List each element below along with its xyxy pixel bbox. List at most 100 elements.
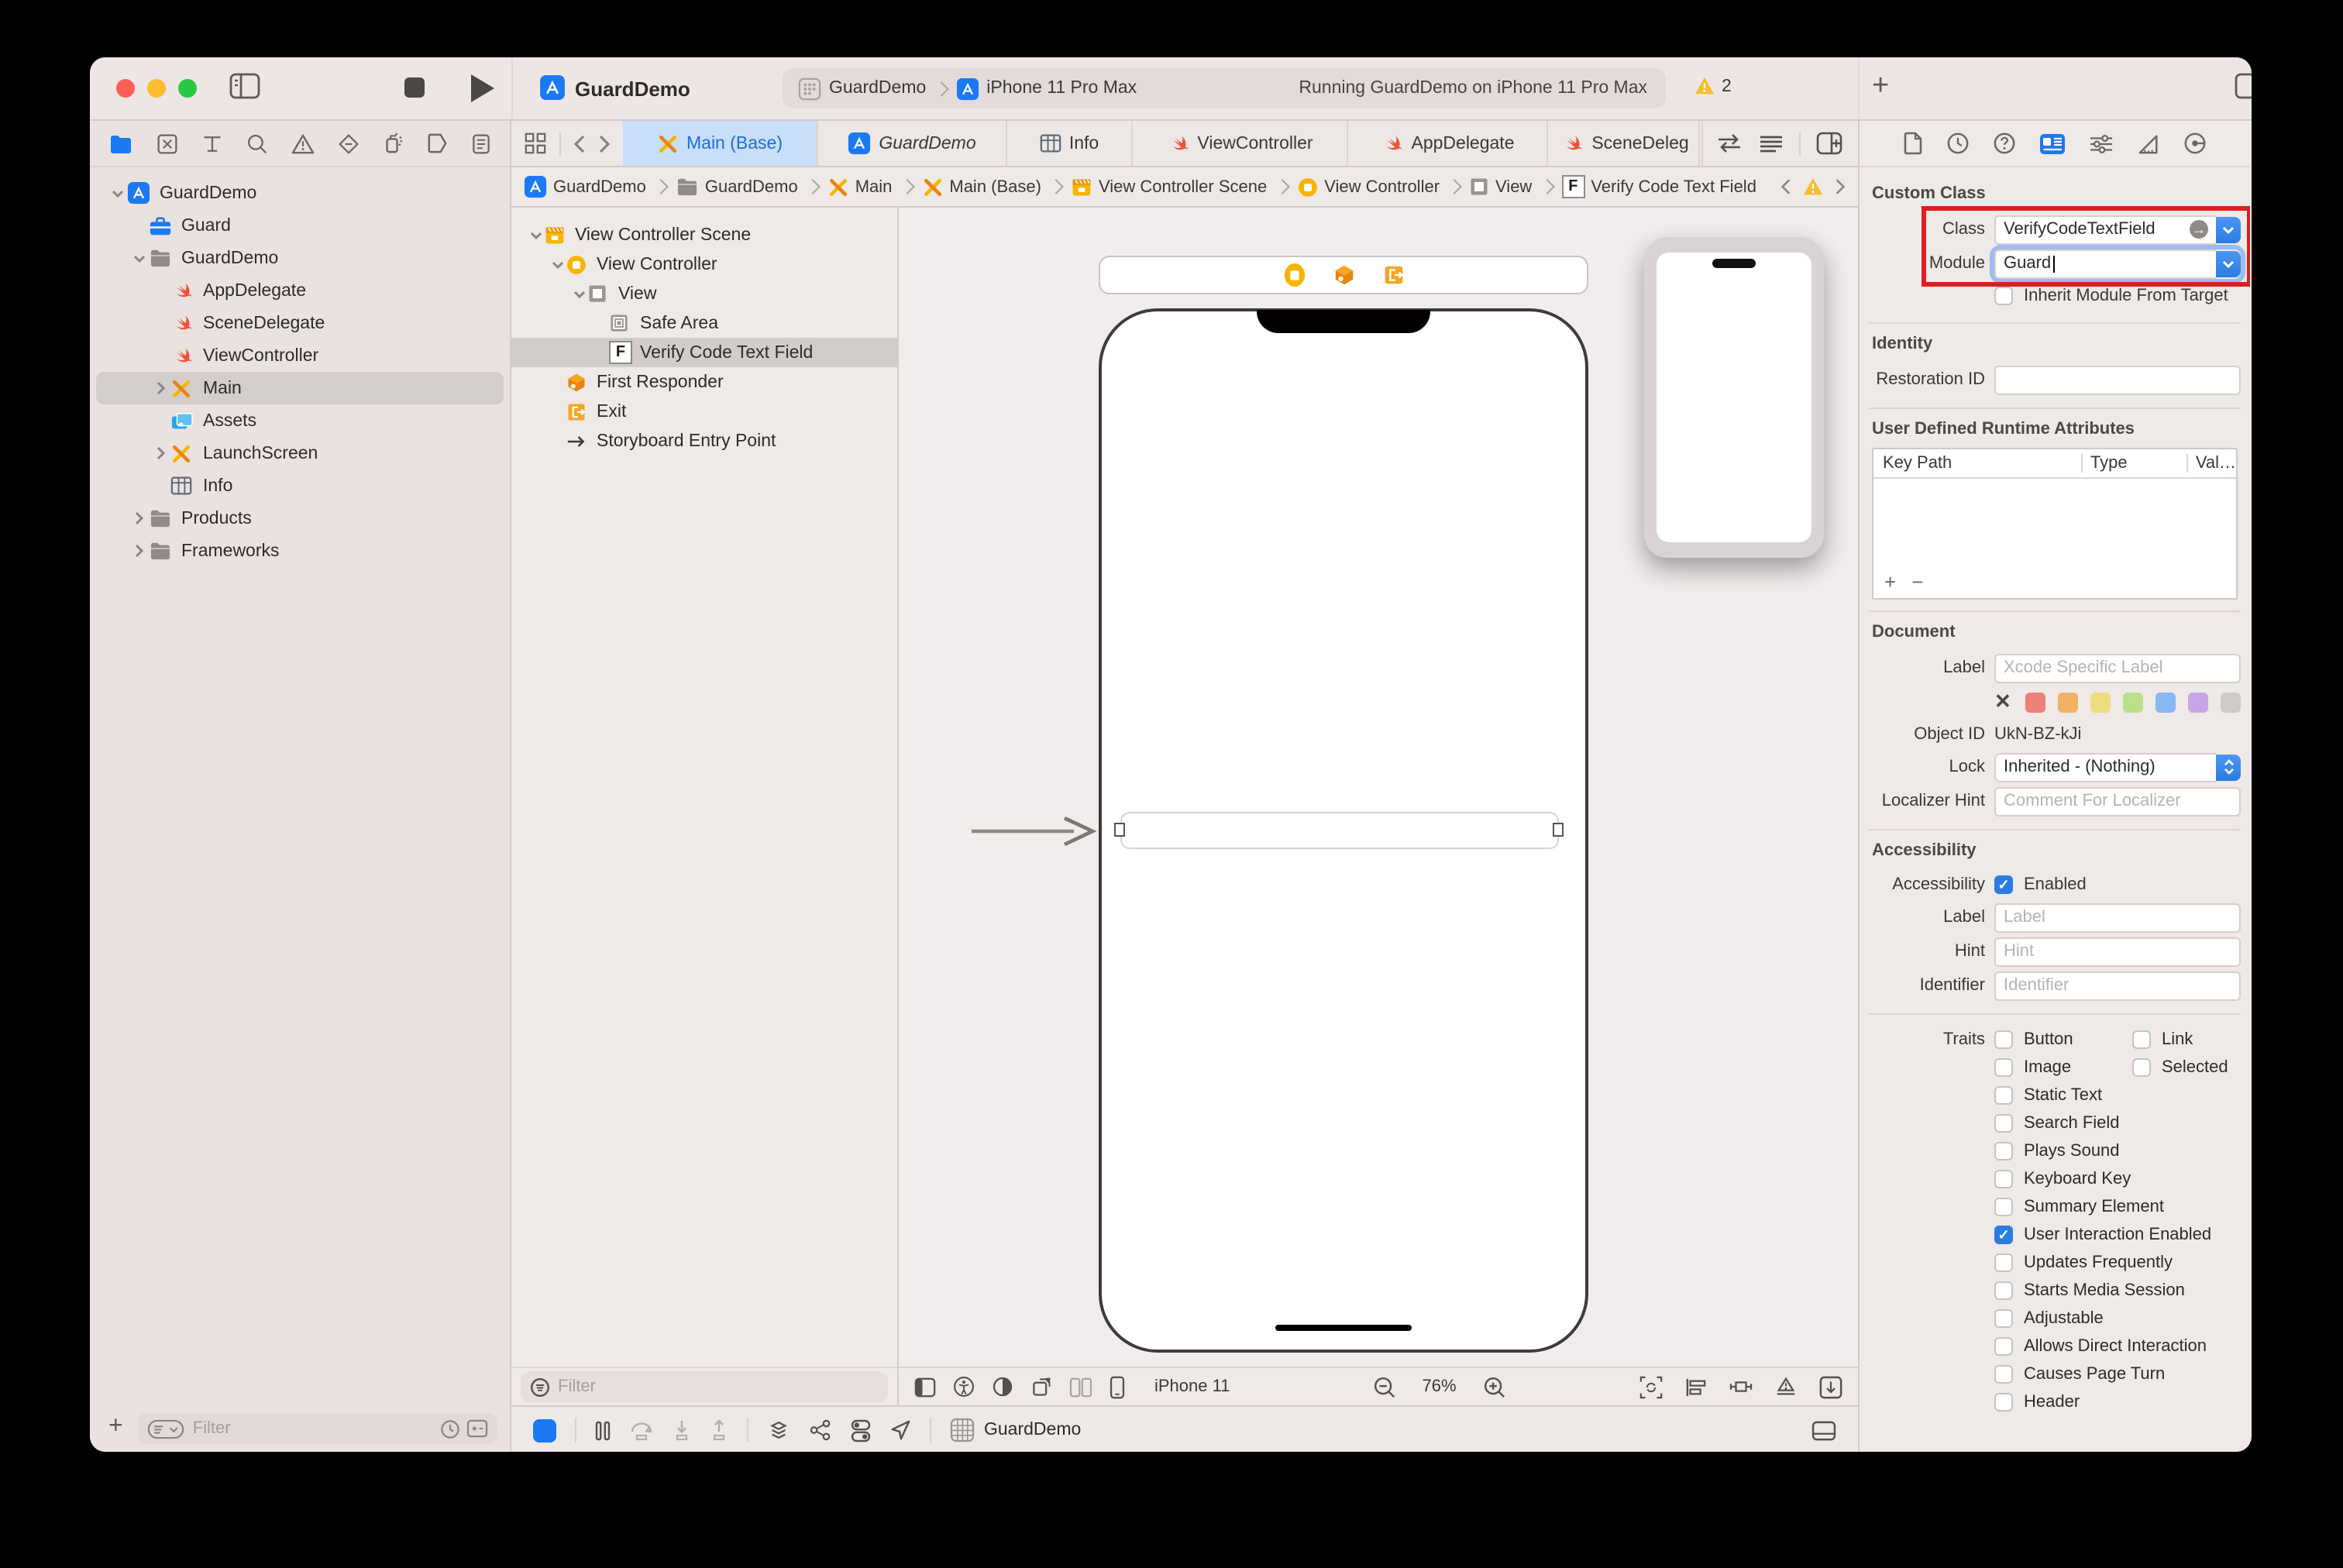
device-icon[interactable]	[1110, 1375, 1125, 1398]
zoom-window-button[interactable]	[178, 79, 197, 98]
sidebar-item-info[interactable]: Info	[96, 469, 504, 502]
debug-process[interactable]: GuardDemo	[950, 1418, 1081, 1442]
sidebar-item-frameworks[interactable]: Frameworks	[96, 535, 504, 567]
tab-guarddemo[interactable]: GuardDemo	[818, 121, 1007, 166]
outline-item-verify-code-text-field[interactable]: F Verify Code Text Field	[511, 338, 897, 367]
tests-icon[interactable]	[338, 132, 360, 154]
source-control-icon[interactable]	[157, 132, 178, 154]
outline-item-safe-area[interactable]: Safe Area	[511, 308, 897, 338]
issue-back-icon[interactable]	[1780, 178, 1791, 195]
restoration-id-field[interactable]	[1994, 365, 2241, 394]
color-swatch[interactable]	[2122, 692, 2143, 712]
storyboard-canvas[interactable]: iPhone 11 76%	[899, 208, 1858, 1405]
lock-popup[interactable]: Inherited - (Nothing)	[1994, 752, 2241, 782]
memory-graph-icon[interactable]	[809, 1419, 832, 1441]
trait-checkbox[interactable]	[1994, 1253, 2013, 1272]
toggle-outline-icon[interactable]	[914, 1377, 936, 1397]
add-editor-icon[interactable]	[1816, 132, 1842, 155]
breadcrumb-main-base-[interactable]: Main (Base)	[921, 176, 1041, 198]
quick-help-inspector-icon[interactable]	[1993, 132, 2016, 155]
find-icon[interactable]	[246, 132, 268, 154]
code-review-icon[interactable]	[1715, 133, 1743, 153]
breadcrumb-guarddemo[interactable]: GuardDemo	[524, 175, 646, 198]
module-dropdown-icon[interactable]	[2216, 250, 2241, 277]
add-attribute-button[interactable]: +	[1884, 570, 1896, 593]
history-inspector-icon[interactable]	[1946, 132, 1970, 155]
document-label-field[interactable]: Xcode Specific Label	[1994, 653, 2241, 683]
localizer-hint-field[interactable]: Comment For Localizer	[1994, 786, 2241, 816]
lock-stepper-icon[interactable]	[2216, 754, 2241, 780]
chevron-right-icon[interactable]	[152, 446, 170, 460]
warning-badge[interactable]: 2	[1694, 76, 1732, 96]
trait-checkbox[interactable]	[1994, 1142, 2013, 1161]
tab-appdelegate[interactable]: AppDelegate	[1348, 121, 1548, 166]
inherit-module-checkbox[interactable]	[1994, 287, 2013, 305]
warning-icon[interactable]	[1802, 177, 1824, 197]
accessibility-preview-icon[interactable]	[953, 1376, 975, 1398]
first-responder-icon[interactable]	[1332, 263, 1355, 287]
resolve-issues-icon[interactable]	[1774, 1376, 1798, 1398]
breadcrumb-view[interactable]: View	[1469, 177, 1532, 197]
trait-checkbox[interactable]	[1994, 1365, 2013, 1384]
selection-handle-left[interactable]	[1114, 823, 1125, 837]
trait-checkbox[interactable]	[2132, 1058, 2151, 1077]
minimize-window-button[interactable]	[147, 79, 166, 98]
sidebar-item-launchscreen[interactable]: LaunchScreen	[96, 437, 504, 469]
debug-icon[interactable]	[383, 132, 403, 155]
device-name[interactable]: iPhone 11	[1154, 1377, 1230, 1396]
outline-item-first-responder[interactable]: First Responder	[511, 367, 897, 397]
color-swatch[interactable]	[2057, 692, 2078, 712]
close-window-button[interactable]	[116, 79, 135, 98]
scheme-target[interactable]: GuardDemo	[798, 77, 926, 100]
breakpoints-icon[interactable]	[426, 133, 448, 153]
exit-icon[interactable]	[1381, 263, 1405, 287]
environment-overrides-icon[interactable]	[851, 1418, 871, 1442]
stop-button[interactable]	[404, 77, 425, 98]
sidebar-item-guarddemo[interactable]: GuardDemo	[96, 242, 504, 274]
toggle-navigator-icon[interactable]	[229, 73, 260, 99]
outline-item-storyboard-entry-point[interactable]: Storyboard Entry Point	[511, 426, 897, 456]
file-inspector-icon[interactable]	[1903, 132, 1923, 155]
sidebar-item-scenedelegate[interactable]: SceneDelegate	[96, 307, 504, 339]
reports-icon[interactable]	[471, 132, 491, 154]
forward-icon[interactable]	[598, 134, 611, 153]
tab-main-base-[interactable]: Main (Base)	[623, 121, 818, 166]
toggle-inspector-icon[interactable]	[2235, 73, 2252, 99]
color-swatch[interactable]	[2187, 692, 2208, 712]
chevron-down-icon[interactable]	[549, 260, 566, 269]
trait-checkbox[interactable]	[1994, 1114, 2013, 1133]
trait-checkbox[interactable]	[1994, 1309, 2013, 1328]
device-preview-thumbnail[interactable]	[1644, 237, 1824, 558]
issues-icon[interactable]	[291, 132, 315, 154]
color-swatch[interactable]	[2090, 692, 2111, 712]
breakpoints-toggle[interactable]	[533, 1418, 556, 1442]
selection-handle-right[interactable]	[1553, 823, 1564, 837]
appearance-icon[interactable]	[992, 1376, 1013, 1398]
symbols-icon[interactable]	[201, 132, 223, 154]
pause-icon[interactable]	[595, 1420, 611, 1440]
add-constraints-icon[interactable]	[1729, 1376, 1753, 1398]
trait-checkbox[interactable]	[1994, 1198, 2013, 1216]
a11y-label-field[interactable]: Label	[1994, 903, 2241, 932]
trait-checkbox[interactable]	[1994, 1030, 2013, 1049]
chevron-right-icon[interactable]	[130, 511, 149, 525]
sidebar-item-guarddemo[interactable]: GuardDemo	[96, 177, 504, 209]
chevron-down-icon[interactable]	[108, 188, 127, 198]
chevron-down-icon[interactable]	[130, 253, 149, 263]
zoom-in-icon[interactable]	[1483, 1375, 1506, 1398]
zoom-out-icon[interactable]	[1372, 1375, 1395, 1398]
adjust-editor-icon[interactable]	[1759, 134, 1784, 153]
outline-item-view-controller-scene[interactable]: View Controller Scene	[511, 220, 897, 249]
breadcrumb-view-controller[interactable]: View Controller	[1296, 176, 1440, 198]
outline-item-exit[interactable]: Exit	[511, 397, 897, 426]
issue-forward-icon[interactable]	[1835, 178, 1846, 195]
trait-checkbox[interactable]	[1994, 1086, 2013, 1105]
color-swatch[interactable]	[2155, 692, 2176, 712]
tab-info[interactable]: Info	[1007, 121, 1133, 166]
remove-attribute-button[interactable]: −	[1911, 570, 1923, 593]
breadcrumb-verify-code-text-field[interactable]: F Verify Code Text Field	[1561, 175, 1756, 198]
trait-checkbox[interactable]: ✓	[1994, 1226, 2013, 1244]
trait-checkbox[interactable]	[1994, 1337, 2013, 1356]
tab-viewcontroller[interactable]: ViewController	[1133, 121, 1348, 166]
update-frames-icon[interactable]	[1639, 1375, 1663, 1398]
